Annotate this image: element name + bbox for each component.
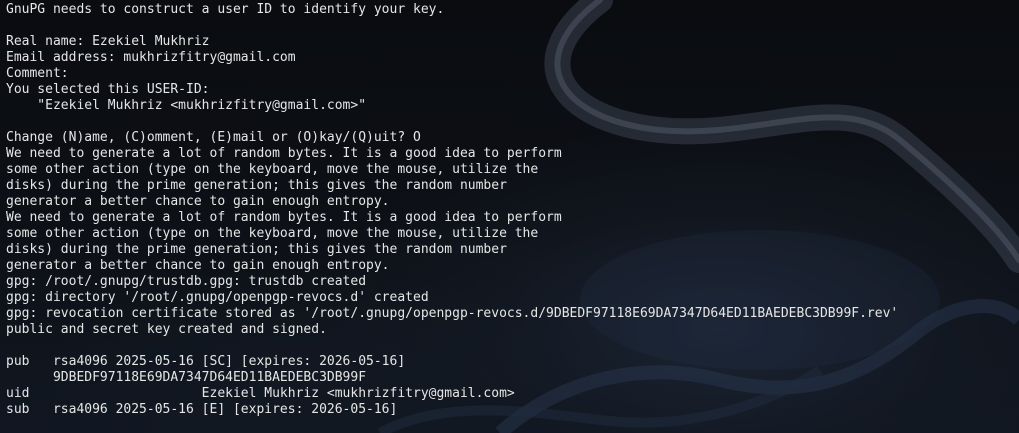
output-line: Email address: mukhrizfitry@gmail.com: [6, 50, 296, 65]
output-line: some other action (type on the keyboard,…: [6, 162, 539, 177]
output-line: generator a better chance to gain enough…: [6, 258, 390, 273]
output-line: public and secret key created and signed…: [6, 322, 327, 337]
output-line: We need to generate a lot of random byte…: [6, 210, 562, 225]
output-line: some other action (type on the keyboard,…: [6, 226, 539, 241]
output-line: sub rsa4096 2025-05-16 [E] [expires: 202…: [6, 402, 398, 417]
output-line: Change (N)ame, (C)omment, (E)mail or (O)…: [6, 130, 421, 145]
output-line: You selected this USER-ID:: [6, 82, 210, 97]
output-line: uid Ezekiel Mukhriz <mukhrizfitry@gmail.…: [6, 386, 515, 401]
output-line: gpg: /root/.gnupg/trustdb.gpg: trustdb c…: [6, 274, 367, 289]
output-line: We need to generate a lot of random byte…: [6, 146, 562, 161]
output-line: GnuPG needs to construct a user ID to id…: [6, 2, 445, 17]
output-line: Real name: Ezekiel Mukhriz: [6, 34, 210, 49]
output-line: pub rsa4096 2025-05-16 [SC] [expires: 20…: [6, 354, 406, 369]
output-line: disks) during the prime generation; this…: [6, 178, 507, 193]
terminal-output: GnuPG needs to construct a user ID to id…: [6, 2, 898, 418]
output-line: 9DBEDF97118E69DA7347D64ED11BAEDEBC3DB99F: [6, 370, 367, 385]
output-line: disks) during the prime generation; this…: [6, 242, 507, 257]
terminal-window[interactable]: GnuPG needs to construct a user ID to id…: [0, 0, 1019, 433]
output-line: gpg: revocation certificate stored as '/…: [6, 306, 899, 321]
output-line: generator a better chance to gain enough…: [6, 194, 390, 209]
output-line: Comment:: [6, 66, 77, 81]
output-line: gpg: directory '/root/.gnupg/openpgp-rev…: [6, 290, 429, 305]
output-line: "Ezekiel Mukhriz <mukhrizfitry@gmail.com…: [6, 98, 367, 113]
